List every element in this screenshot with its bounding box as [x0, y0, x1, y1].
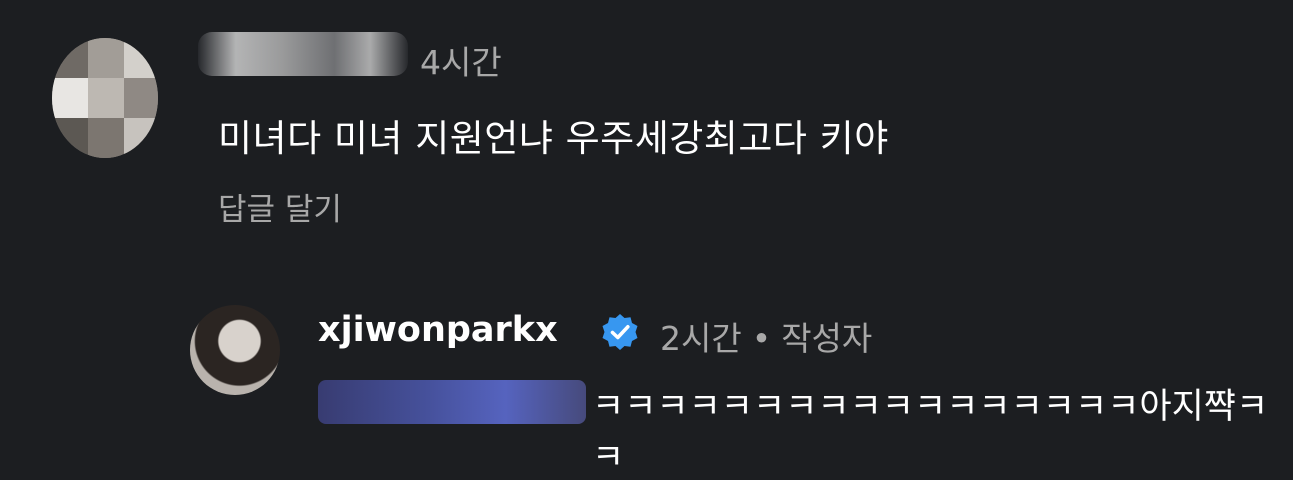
mention-redacted[interactable]	[318, 380, 586, 424]
reply-comment-item: xjiwonparkx 2시간 • 작성자 ㅋㅋㅋㅋㅋㅋㅋㅋㅋㅋㅋㅋㅋㅋㅋㅋㅋ아지쨕…	[0, 290, 1293, 478]
comment-timestamp: 4시간	[420, 43, 502, 82]
reply-button[interactable]: 답글 달기	[218, 184, 342, 229]
author-badge: 작성자	[781, 319, 873, 358]
separator-dot: •	[751, 319, 772, 358]
comment-item: 4시간 미녀다 미녀 지원언냐 우주세강최고다 키야 답글 달기	[0, 0, 1293, 240]
comment-timestamp: 2시간	[660, 319, 742, 358]
avatar[interactable]	[190, 305, 280, 395]
avatar[interactable]	[52, 38, 158, 158]
comment-text: ㅋㅋㅋㅋㅋㅋㅋㅋㅋㅋㅋㅋㅋㅋㅋㅋㅋ아지쨕ㅋㅋ	[592, 387, 1269, 478]
comment-meta: 2시간 • 작성자	[660, 312, 872, 360]
author-username[interactable]: xjiwonparkx	[318, 310, 558, 350]
author-name-redacted[interactable]	[198, 32, 408, 76]
comment-text: 미녀다 미녀 지원언냐 우주세강최고다 키야	[218, 117, 889, 160]
verified-badge-icon	[602, 314, 638, 350]
